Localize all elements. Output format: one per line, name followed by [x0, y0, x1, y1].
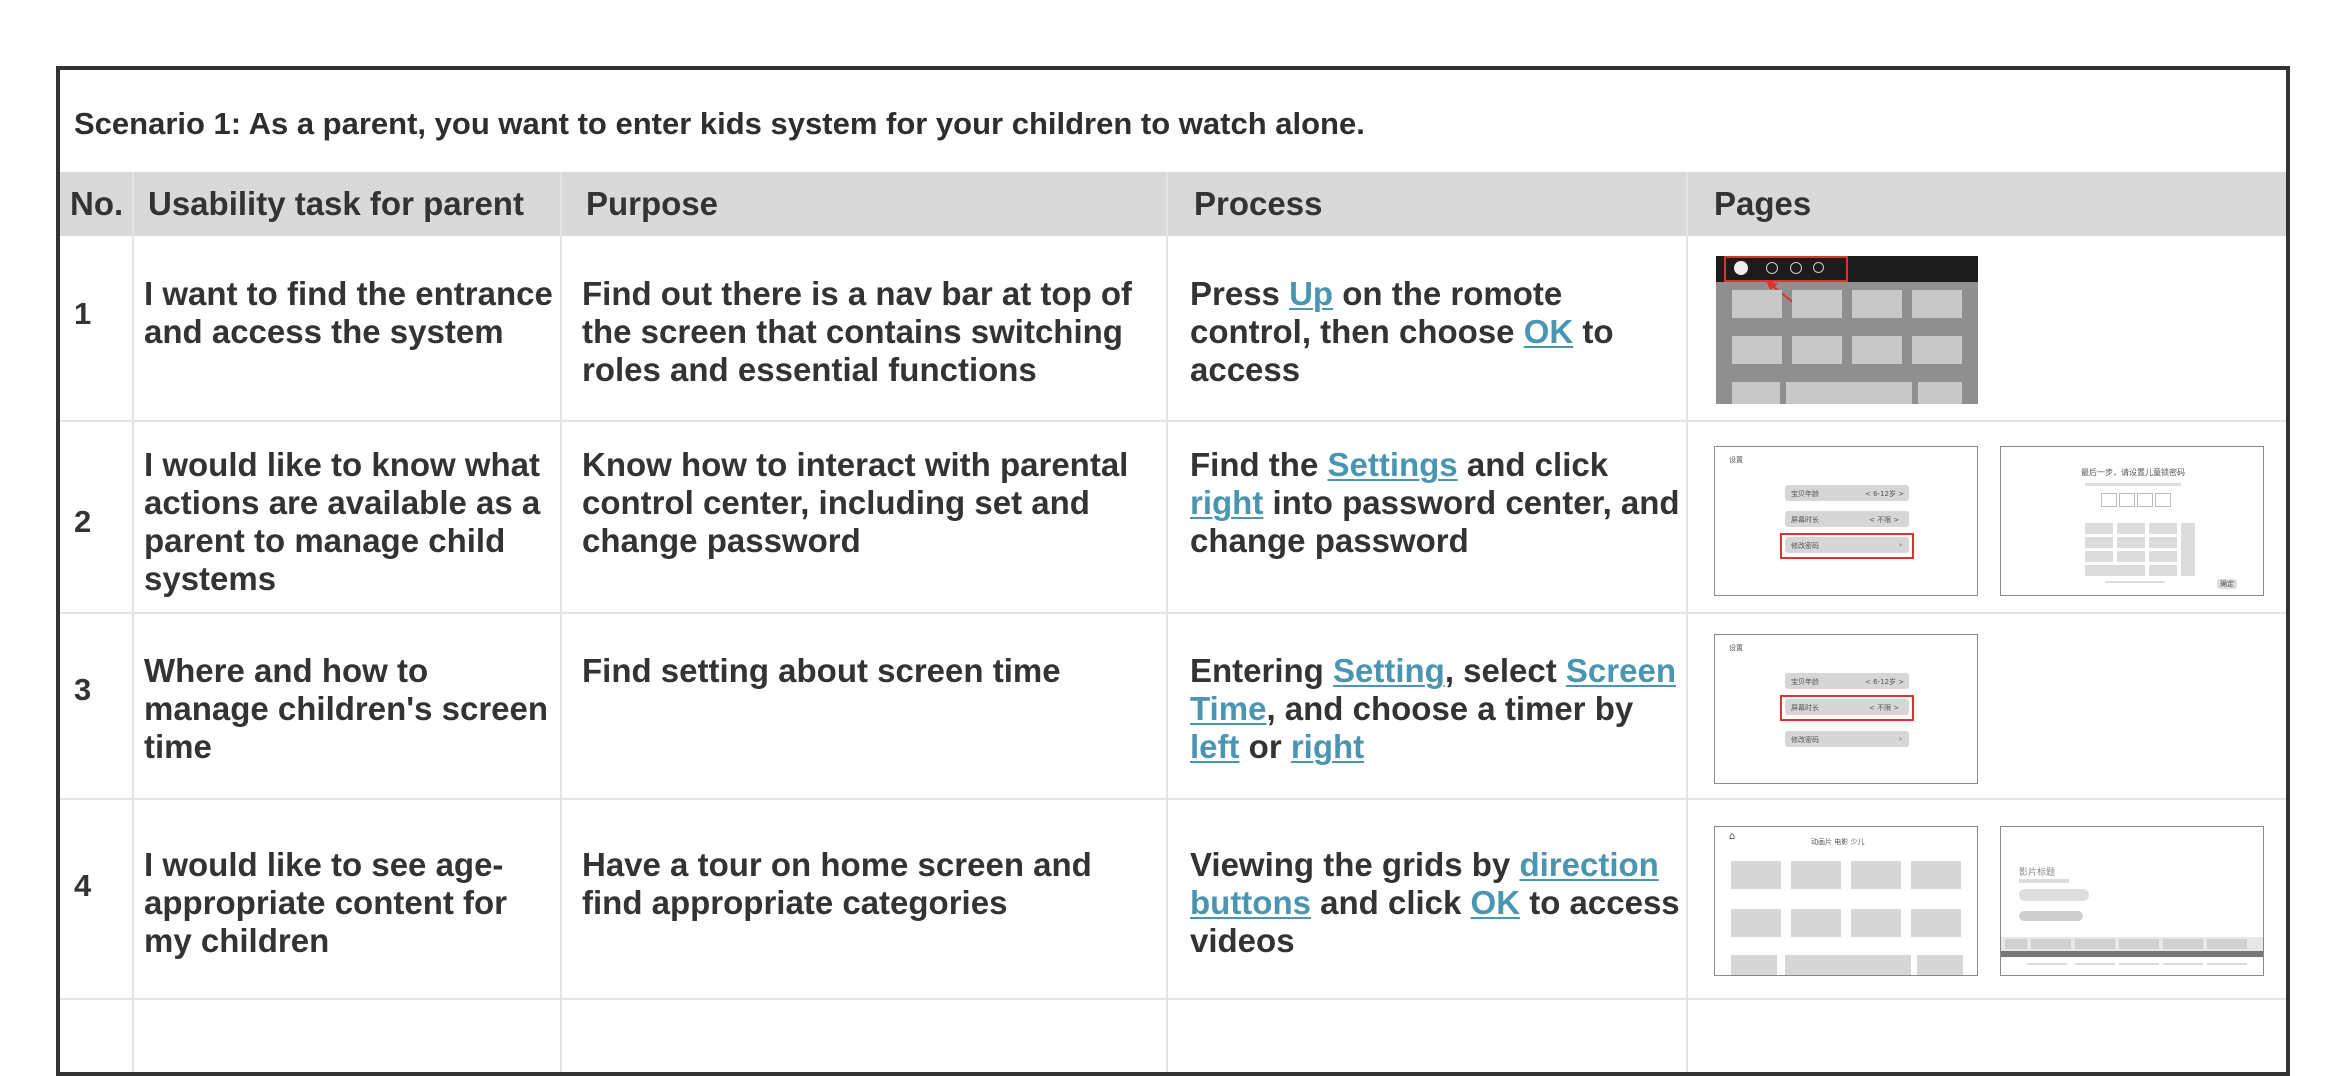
task-cell: Where and how to manage children's scree… [144, 652, 549, 765]
page-thumbnail-password: 最后一步，请设置儿童锁密码 确定 [2000, 446, 2264, 596]
home-icon: ⌂ [1729, 831, 1736, 842]
process-text: Viewing the grids by [1190, 846, 1520, 883]
thumb-label: 修改密码 [1791, 736, 1819, 744]
thumb-value: < 6-12岁 > [1865, 490, 1905, 498]
process-cell: Entering Setting, select Screen Time, an… [1190, 652, 1685, 766]
col-divider [1686, 172, 1688, 1072]
thumb-value: < 不限 > [1869, 516, 1900, 524]
chevron-right-icon: › [1899, 735, 1902, 743]
purpose-cell: Know how to interact with parental contr… [582, 446, 1129, 559]
process-link[interactable]: OK [1471, 884, 1521, 921]
process-link[interactable]: Setting [1333, 652, 1445, 689]
row-number: 1 [74, 296, 92, 331]
process-text: or [1239, 728, 1291, 765]
thumb-title: 影片标题 [2019, 868, 2056, 878]
table-header: No. Usability task for parent Purpose Pr… [60, 172, 2286, 236]
thumb-value: < 6-12岁 > [1865, 678, 1905, 686]
page-thumbnail-navbar [1716, 256, 1978, 404]
process-link[interactable]: right [1291, 728, 1364, 765]
row-number: 2 [74, 504, 92, 539]
row-divider [60, 998, 2286, 1000]
thumb-title: 设置 [1729, 644, 1743, 652]
row-divider [60, 420, 2286, 422]
thumb-title: 最后一步，请设置儿童锁密码 [2081, 468, 2185, 477]
row-divider [60, 612, 2286, 614]
page-thumbnail-settings: 设置 宝贝年龄 < 6-12岁 > 屏幕时长 < 不限 > 修改密码 › [1714, 446, 1978, 596]
purpose-cell: Find out there is a nav bar at top of th… [582, 275, 1133, 388]
process-cell: Find the Settings and click right into p… [1190, 446, 1685, 560]
highlight-box [1780, 695, 1914, 721]
thumb-label: 宝贝年龄 [1791, 490, 1819, 498]
task-cell: I would like to see age-appropriate cont… [144, 846, 508, 959]
page-thumbnail-screen-time: 设置 宝贝年龄 < 6-12岁 > 屏幕时长 < 不限 > 修改密码 › [1714, 634, 1978, 784]
page-thumbnail-home: ⌂ 动画片 电影 少儿 [1714, 826, 1978, 976]
highlight-box [1780, 533, 1914, 559]
thumb-label: 宝贝年龄 [1791, 678, 1819, 686]
col-header-pages: Pages [1714, 185, 1812, 222]
process-text: Press [1190, 275, 1290, 312]
process-cell: Viewing the grids by direction buttons a… [1190, 846, 1685, 960]
purpose-cell: Find setting about screen time [582, 652, 1061, 689]
row-number: 4 [74, 868, 92, 903]
col-divider [1166, 172, 1168, 1072]
row-divider [60, 798, 2286, 800]
row-number: 3 [74, 672, 92, 707]
col-divider [132, 172, 134, 1072]
process-link[interactable]: right [1190, 484, 1263, 521]
page-thumbnail-video: 影片标题 [2000, 826, 2264, 976]
process-text: and click [1457, 446, 1609, 483]
process-text: Find the [1190, 446, 1328, 483]
task-cell: I want to find the entrance and access t… [144, 275, 553, 350]
process-text: , and choose a timer by [1266, 690, 1634, 727]
process-cell: Press Up on the romote control, then cho… [1190, 275, 1685, 389]
col-header-task: Usability task for parent [148, 185, 524, 222]
highlight-box [1724, 256, 1848, 282]
confirm-button: 确定 [2217, 579, 2237, 589]
col-header-process: Process [1194, 185, 1323, 222]
process-link[interactable]: Up [1289, 275, 1333, 312]
scenario-title: Scenario 1: As a parent, you want to ent… [74, 106, 1365, 141]
process-link[interactable]: Settings [1327, 446, 1457, 483]
process-text: , select [1444, 652, 1566, 689]
thumb-tabs: 动画片 电影 少儿 [1811, 838, 1865, 846]
process-link[interactable]: left [1190, 728, 1240, 765]
col-header-no: No. [70, 185, 124, 222]
process-text: Entering [1190, 652, 1334, 689]
usability-table: Scenario 1: As a parent, you want to ent… [56, 66, 2290, 1076]
process-text: and click [1310, 884, 1471, 921]
process-link[interactable]: OK [1524, 313, 1574, 350]
col-header-purpose: Purpose [586, 185, 719, 222]
col-divider [560, 172, 562, 1072]
thumb-title: 设置 [1729, 456, 1743, 464]
task-cell: I would like to know what actions are av… [144, 446, 541, 597]
process-text: into password center, and change passwor… [1190, 484, 1680, 559]
scenario-title-row: Scenario 1: As a parent, you want to ent… [60, 70, 2286, 170]
purpose-cell: Have a tour on home screen and find appr… [582, 846, 1092, 921]
thumb-label: 屏幕时长 [1791, 516, 1819, 524]
